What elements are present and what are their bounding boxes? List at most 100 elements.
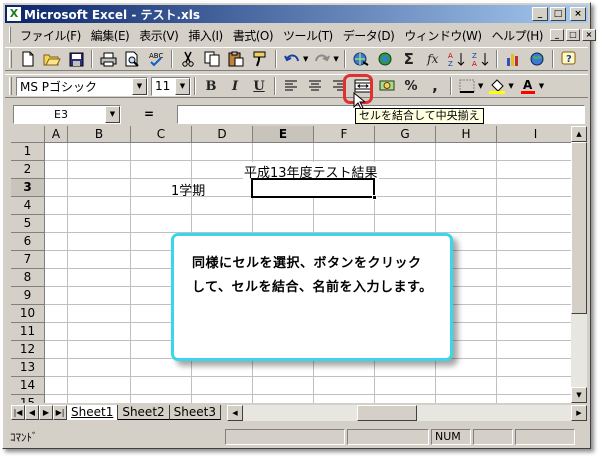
scroll-down-icon[interactable]: ▼ <box>571 387 587 403</box>
print-icon[interactable] <box>97 49 119 69</box>
chevron-down-icon[interactable]: ▼ <box>105 105 120 123</box>
toolbar-grip[interactable] <box>9 50 12 68</box>
doc-minimize-button[interactable]: _ <box>549 29 564 41</box>
comma-button[interactable]: , <box>424 76 446 96</box>
column-header-f[interactable]: F <box>314 126 375 143</box>
new-icon[interactable] <box>17 49 39 69</box>
menu-help[interactable]: ヘルプ(H) <box>487 27 548 44</box>
column-header-c[interactable]: C <box>131 126 192 143</box>
chevron-down-icon[interactable]: ▼ <box>175 77 190 95</box>
toolbar-grip[interactable] <box>9 77 12 95</box>
copy-icon[interactable] <box>201 49 223 69</box>
row-header-8[interactable]: 8 <box>11 269 45 287</box>
align-left-icon[interactable] <box>280 76 302 96</box>
hyperlink-icon[interactable] <box>350 49 372 69</box>
column-header-b[interactable]: B <box>68 126 131 143</box>
row-header-15[interactable]: 15 <box>11 395 45 403</box>
vertical-scrollbar[interactable]: ▲ ▼ <box>571 126 587 403</box>
row-header-14[interactable]: 14 <box>11 377 45 395</box>
tab-sheet2[interactable]: Sheet2 <box>118 405 170 420</box>
format-painter-icon[interactable] <box>249 49 271 69</box>
currency-icon[interactable] <box>376 76 398 96</box>
help-icon[interactable]: ? <box>558 49 580 69</box>
maximize-button[interactable]: □ <box>550 7 566 21</box>
fill-color-icon[interactable] <box>486 76 508 96</box>
row-header-11[interactable]: 11 <box>11 323 45 341</box>
select-all-corner[interactable] <box>11 126 45 143</box>
fill-color-dropdown-icon[interactable]: ▼ <box>508 82 513 90</box>
map-icon[interactable] <box>526 49 548 69</box>
prev-sheet-button[interactable]: ◀ <box>25 405 39 420</box>
first-sheet-button[interactable]: |◀ <box>11 405 25 420</box>
excel-icon[interactable]: X <box>7 7 21 21</box>
row-header-9[interactable]: 9 <box>11 287 45 305</box>
column-header-e[interactable]: E <box>253 126 314 143</box>
row-header-5[interactable]: 5 <box>11 215 45 233</box>
print-preview-icon[interactable] <box>121 49 143 69</box>
undo-icon[interactable] <box>281 49 303 69</box>
column-header-i[interactable]: I <box>497 126 571 143</box>
percent-button[interactable]: % <box>400 76 422 96</box>
row-header-13[interactable]: 13 <box>11 359 45 377</box>
horizontal-scroll-thumb[interactable] <box>356 404 417 421</box>
row-header-7[interactable]: 7 <box>11 251 45 269</box>
font-size-combo[interactable]: 11 ▼ <box>151 76 191 96</box>
fill-handle[interactable] <box>372 195 377 200</box>
menu-data[interactable]: データ(D) <box>338 27 400 44</box>
borders-dropdown-icon[interactable]: ▼ <box>478 82 483 90</box>
menu-tools[interactable]: ツール(T) <box>278 27 338 44</box>
cell-term[interactable]: 1学期 <box>171 180 205 199</box>
doc-close-button[interactable]: × <box>581 29 596 41</box>
row-header-12[interactable]: 12 <box>11 341 45 359</box>
borders-icon[interactable] <box>456 76 478 96</box>
minimize-button[interactable]: _ <box>532 7 548 21</box>
align-center-icon[interactable] <box>304 76 326 96</box>
menu-insert[interactable]: 挿入(I) <box>183 27 227 44</box>
doc-restore-button[interactable]: □ <box>565 29 580 41</box>
row-header-4[interactable]: 4 <box>11 197 45 215</box>
column-header-d[interactable]: D <box>192 126 253 143</box>
title-bar[interactable]: X Microsoft Excel - テスト.xls _ □ × <box>5 5 588 23</box>
menubar-grip[interactable] <box>9 27 11 43</box>
italic-button[interactable]: I <box>224 76 246 96</box>
autosum-icon[interactable]: Σ <box>398 49 420 69</box>
scroll-left-icon[interactable]: ◀ <box>226 404 243 421</box>
cut-icon[interactable] <box>177 49 199 69</box>
column-header-g[interactable]: G <box>375 126 436 143</box>
scroll-up-icon[interactable]: ▲ <box>571 126 587 142</box>
row-header-6[interactable]: 6 <box>11 233 45 251</box>
function-icon[interactable]: fx <box>422 49 444 69</box>
close-button[interactable]: × <box>570 7 586 21</box>
paste-icon[interactable] <box>225 49 247 69</box>
menu-file[interactable]: ファイル(F) <box>15 27 86 44</box>
open-icon[interactable] <box>41 49 63 69</box>
row-header-10[interactable]: 10 <box>11 305 45 323</box>
horizontal-scrollbar[interactable]: ◀ ▶ <box>226 404 587 421</box>
tab-sheet3[interactable]: Sheet3 <box>169 405 221 420</box>
sort-asc-icon[interactable]: AZ <box>446 49 468 69</box>
row-header-2[interactable]: 2 <box>11 161 45 179</box>
row-header-1[interactable]: 1 <box>11 143 45 161</box>
vertical-scroll-thumb[interactable] <box>571 142 587 314</box>
next-sheet-button[interactable]: ▶ <box>39 405 53 420</box>
web-icon[interactable] <box>374 49 396 69</box>
font-name-combo[interactable]: MS Pゴシック ▼ <box>16 76 148 96</box>
chevron-down-icon[interactable]: ▼ <box>132 77 147 95</box>
scroll-right-icon[interactable]: ▶ <box>571 404 587 421</box>
last-sheet-button[interactable]: ▶| <box>53 405 67 420</box>
selected-cell-range[interactable] <box>251 178 377 200</box>
tab-sheet1[interactable]: Sheet1 <box>67 405 119 420</box>
bold-button[interactable]: B <box>200 76 222 96</box>
name-box[interactable]: E3 ▼ <box>13 104 121 124</box>
font-color-dropdown-icon[interactable]: ▼ <box>539 82 544 90</box>
save-icon[interactable] <box>65 49 87 69</box>
menu-window[interactable]: ウィンドウ(W) <box>399 27 486 44</box>
column-header-a[interactable]: A <box>45 126 68 143</box>
spellcheck-icon[interactable]: ABC <box>145 49 167 69</box>
menu-edit[interactable]: 編集(E) <box>86 27 134 44</box>
row-header-3[interactable]: 3 <box>11 179 45 197</box>
chart-wizard-icon[interactable] <box>502 49 524 69</box>
redo-dropdown-icon[interactable]: ▼ <box>333 55 338 63</box>
undo-dropdown-icon[interactable]: ▼ <box>303 55 308 63</box>
redo-icon[interactable] <box>311 49 333 69</box>
